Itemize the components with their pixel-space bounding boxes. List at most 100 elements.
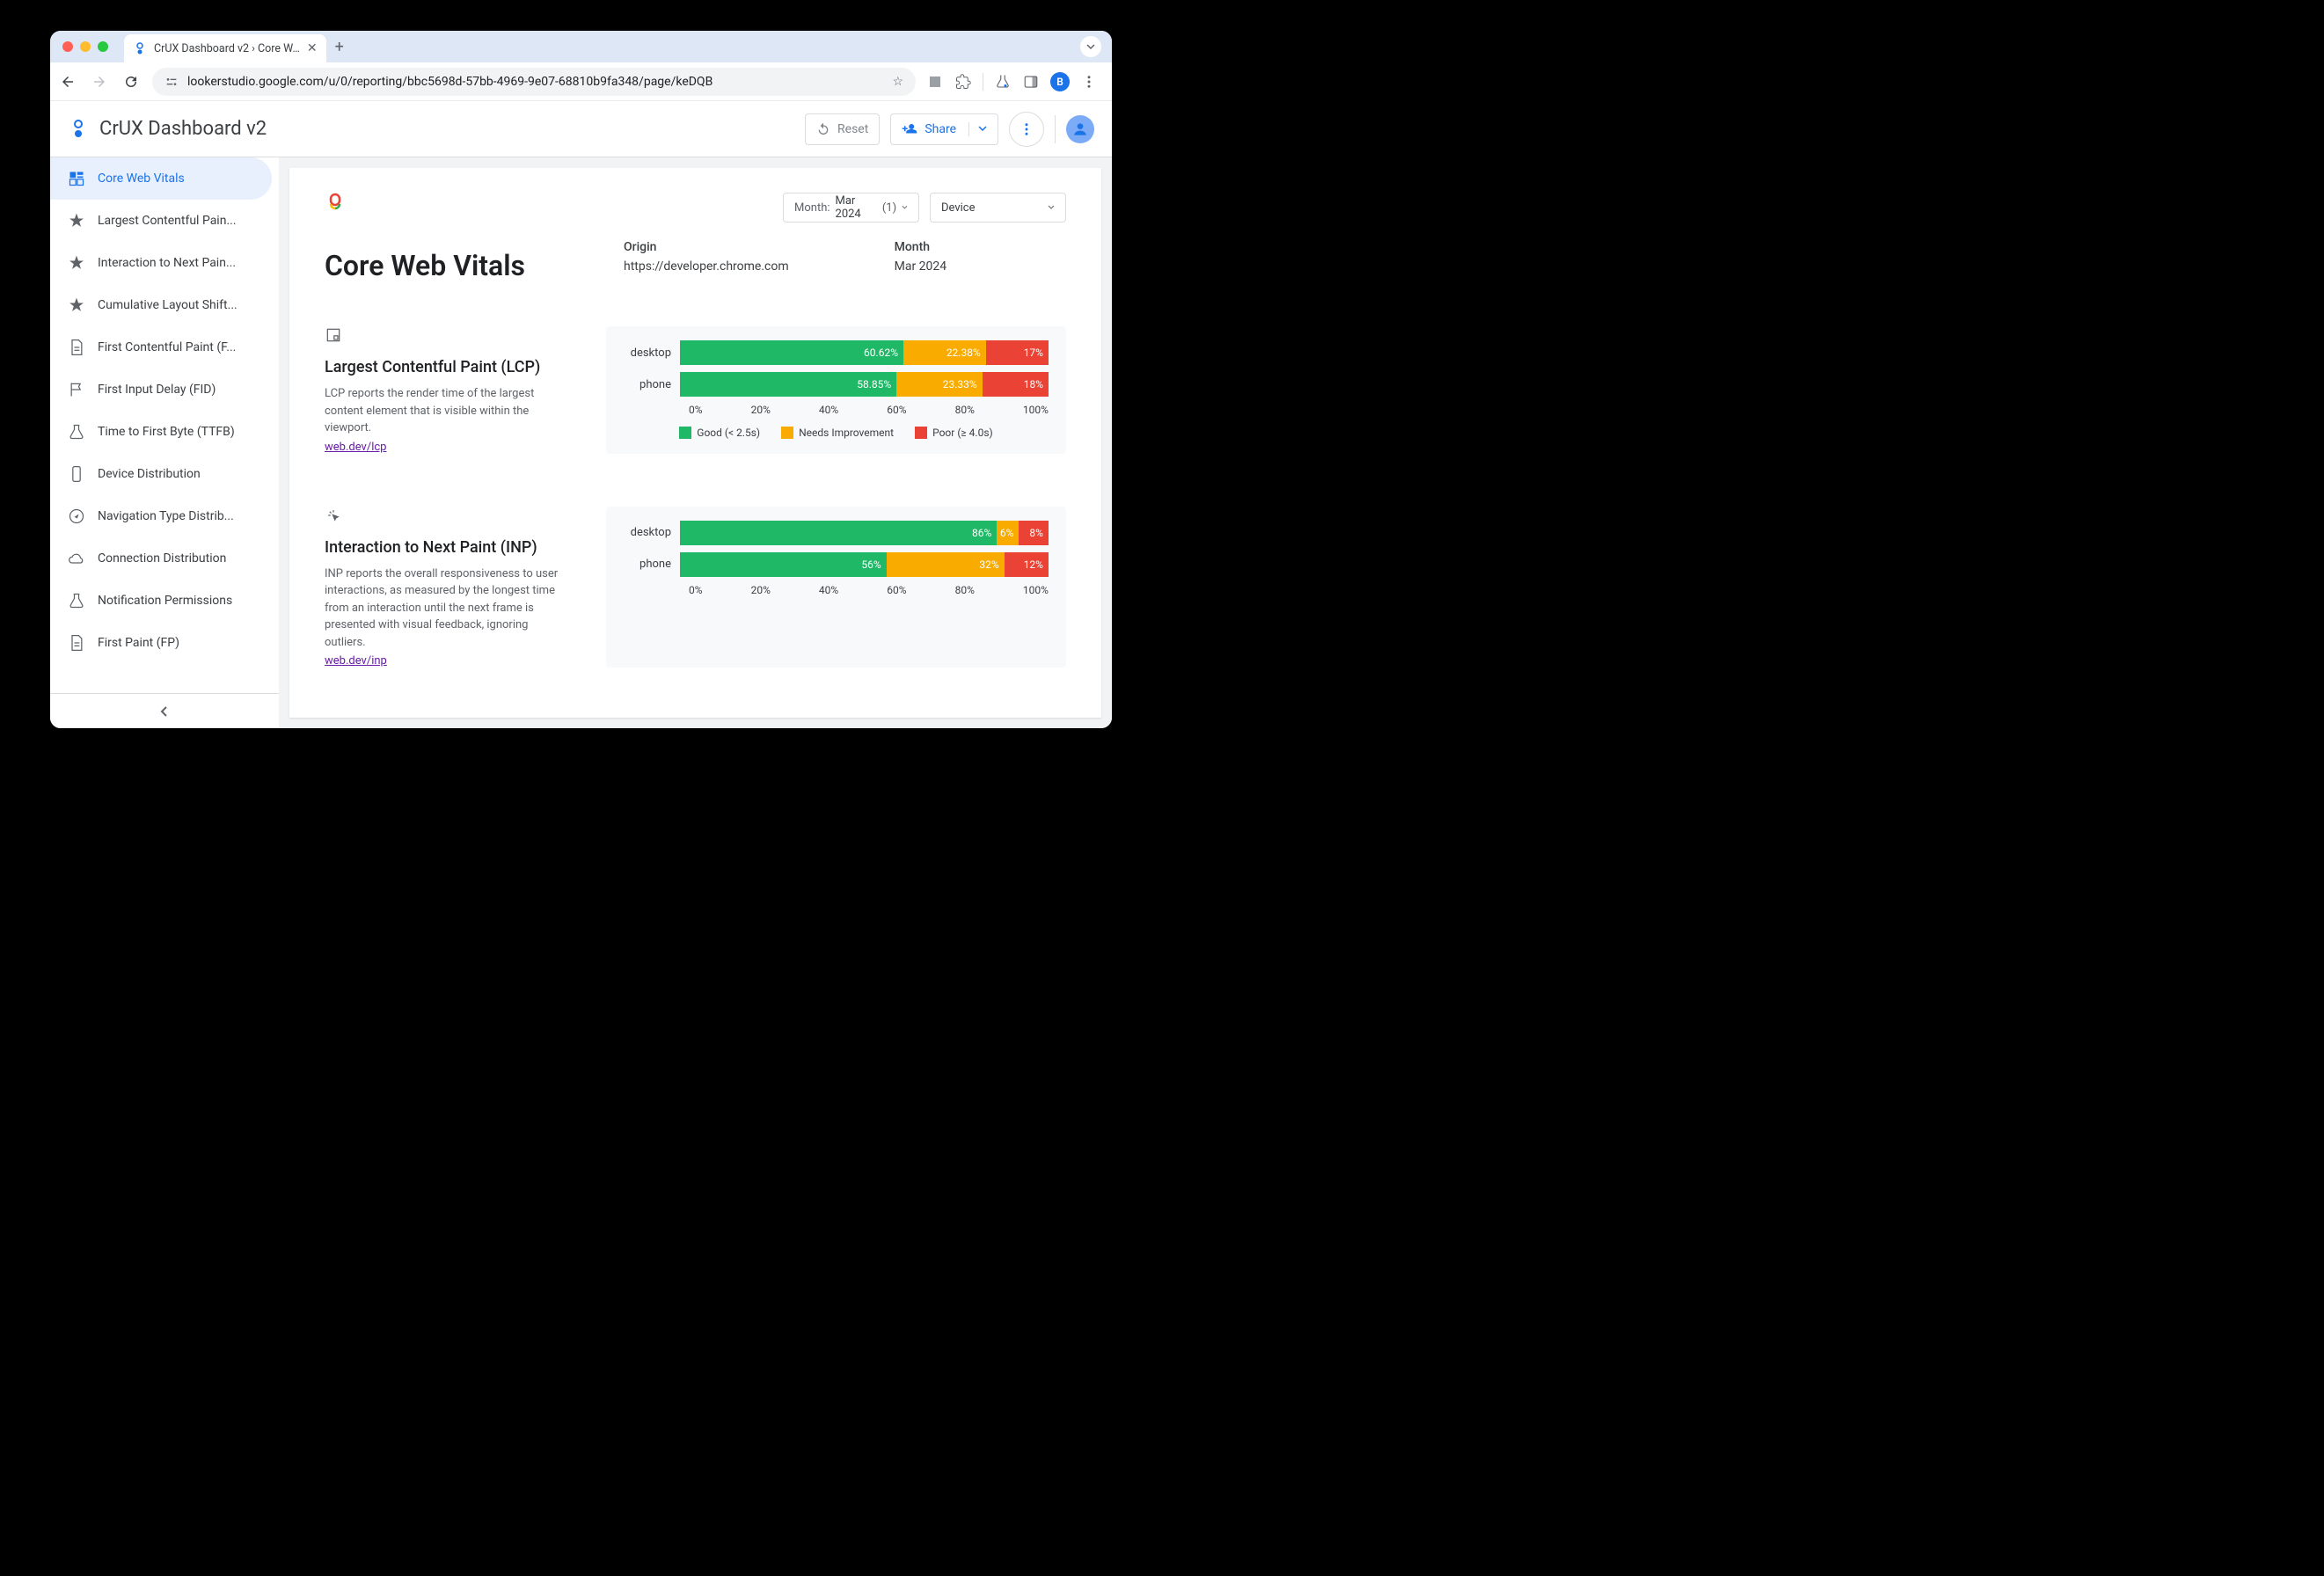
bar-segment-needs: 23.33% bbox=[896, 372, 983, 397]
sidebar-item-largest-contentful-pain[interactable]: Largest Contentful Pain... bbox=[50, 200, 272, 242]
flask-icon bbox=[68, 592, 85, 609]
sidebar-item-label: First Paint (FP) bbox=[98, 636, 179, 650]
bar-category-label: desktop bbox=[624, 347, 680, 360]
extension-icon[interactable] bbox=[926, 73, 944, 91]
chevron-down-icon[interactable] bbox=[968, 122, 987, 136]
sidebar-item-first-contentful-paint-f[interactable]: First Contentful Paint (F... bbox=[50, 326, 272, 368]
sidebar-item-label: First Contentful Paint (F... bbox=[98, 340, 236, 354]
doc-icon bbox=[68, 634, 85, 652]
new-tab-button[interactable]: + bbox=[335, 38, 344, 56]
sidebar-item-cumulative-layout-shift[interactable]: Cumulative Layout Shift... bbox=[50, 284, 272, 326]
bar-segment-good: 60.62% bbox=[680, 340, 903, 365]
chart-bar-row: phone56%32%12% bbox=[624, 552, 1049, 577]
sidebar: Core Web Vitals Largest Contentful Pain..… bbox=[50, 157, 279, 728]
url-text: lookerstudio.google.com/u/0/reporting/bb… bbox=[187, 75, 713, 89]
frame-icon bbox=[325, 326, 571, 347]
person-add-icon bbox=[902, 121, 917, 137]
chevron-down-icon bbox=[1048, 204, 1055, 211]
chart-axis: 0%20%40%60%80%100% bbox=[624, 404, 1049, 416]
sidebar-item-label: Cumulative Layout Shift... bbox=[98, 298, 238, 312]
share-button[interactable]: Share bbox=[890, 113, 998, 145]
minimize-window-icon[interactable] bbox=[80, 41, 91, 52]
crux-logo-icon bbox=[325, 193, 346, 217]
metric-doc-link[interactable]: web.dev/lcp bbox=[325, 441, 386, 454]
sidebar-item-first-paint-fp[interactable]: First Paint (FP) bbox=[50, 622, 272, 664]
flask-icon bbox=[68, 423, 85, 441]
sidebar-item-core-web-vitals[interactable]: Core Web Vitals bbox=[50, 157, 272, 200]
sidebar-item-first-input-delay-fid[interactable]: First Input Delay (FID) bbox=[50, 368, 272, 411]
window-controls bbox=[50, 41, 108, 52]
separator bbox=[1055, 115, 1056, 143]
browser-tab[interactable]: CrUX Dashboard v2 › Core W… ✕ bbox=[124, 34, 326, 62]
bar-category-label: desktop bbox=[624, 526, 680, 539]
sidebar-item-label: First Input Delay (FID) bbox=[98, 383, 216, 397]
undo-icon bbox=[816, 122, 830, 136]
cloud-icon bbox=[68, 550, 85, 567]
lookerstudio-logo-icon bbox=[68, 119, 89, 140]
metric-description: INP reports the overall responsiveness t… bbox=[325, 565, 571, 652]
chevron-down-icon bbox=[902, 204, 908, 211]
app-title: CrUX Dashboard v2 bbox=[99, 118, 267, 140]
chevron-left-icon bbox=[157, 704, 172, 719]
bar-segment-needs: 22.38% bbox=[903, 340, 986, 365]
chart-bar-row: phone58.85%23.33%18% bbox=[624, 372, 1049, 397]
bar-segment-good: 56% bbox=[680, 552, 887, 577]
sidebar-item-connection-distribution[interactable]: Connection Distribution bbox=[50, 537, 272, 580]
back-button[interactable] bbox=[57, 71, 78, 92]
reset-button[interactable]: Reset bbox=[805, 113, 880, 145]
bar-category-label: phone bbox=[624, 558, 680, 571]
chart-bar-row: desktop86%6%8% bbox=[624, 521, 1049, 545]
cursor-icon bbox=[325, 507, 571, 528]
sidebar-item-label: Core Web Vitals bbox=[98, 171, 185, 186]
bar-category-label: phone bbox=[624, 378, 680, 391]
favicon-icon bbox=[133, 41, 147, 55]
tab-title: CrUX Dashboard v2 › Core W… bbox=[154, 42, 300, 55]
sidebar-item-label: Navigation Type Distrib... bbox=[98, 509, 234, 523]
reload-button[interactable] bbox=[121, 71, 142, 92]
collapse-sidebar-button[interactable] bbox=[50, 693, 279, 728]
metric-chart: desktop60.62%22.38%17% phone58.85%23.33%1… bbox=[606, 326, 1066, 454]
metric-doc-link[interactable]: web.dev/inp bbox=[325, 654, 387, 668]
close-window-icon[interactable] bbox=[62, 41, 73, 52]
sidebar-item-label: Largest Contentful Pain... bbox=[98, 214, 237, 228]
account-avatar[interactable] bbox=[1066, 115, 1094, 143]
extensions-puzzle-icon[interactable] bbox=[954, 73, 972, 91]
sidebar-item-notification-permissions[interactable]: Notification Permissions bbox=[50, 580, 272, 622]
kebab-icon bbox=[1019, 121, 1034, 137]
sidebar-item-device-distribution[interactable]: Device Distribution bbox=[50, 453, 272, 495]
forward-button[interactable] bbox=[89, 71, 110, 92]
origin-meta: Origin https://developer.chrome.com bbox=[624, 240, 789, 274]
site-settings-icon[interactable] bbox=[164, 75, 179, 89]
device-filter[interactable]: Device bbox=[930, 193, 1066, 223]
sidebar-item-label: Connection Distribution bbox=[98, 551, 226, 565]
chart-axis: 0%20%40%60%80%100% bbox=[624, 584, 1049, 596]
bar-segment-poor: 18% bbox=[983, 372, 1049, 397]
compass-icon bbox=[68, 507, 85, 525]
sidebar-item-label: Interaction to Next Pain... bbox=[98, 256, 236, 270]
bookmark-icon[interactable]: ☆ bbox=[892, 75, 903, 89]
sidebar-item-navigation-type-distrib[interactable]: Navigation Type Distrib... bbox=[50, 495, 272, 537]
month-filter[interactable]: Month: Mar 2024 (1) bbox=[783, 193, 919, 223]
kebab-menu-icon[interactable] bbox=[1080, 73, 1098, 91]
metric-description: LCP reports the render time of the large… bbox=[325, 385, 571, 437]
profile-avatar[interactable]: B bbox=[1050, 72, 1070, 91]
metric-block: Interaction to Next Paint (INP)INP repor… bbox=[325, 507, 1066, 668]
chart-legend: Good (< 2.5s)Needs ImprovementPoor (≥ 4.… bbox=[624, 427, 1049, 439]
tab-close-icon[interactable]: ✕ bbox=[307, 41, 318, 55]
legend-swatch-good bbox=[679, 427, 691, 439]
bar-segment-good: 58.85% bbox=[680, 372, 896, 397]
flag-icon bbox=[68, 381, 85, 398]
dashboard-icon bbox=[68, 170, 85, 187]
maximize-window-icon[interactable] bbox=[98, 41, 108, 52]
person-icon bbox=[1071, 120, 1089, 138]
chart-bar-row: desktop60.62%22.38%17% bbox=[624, 340, 1049, 365]
metric-title: Largest Contentful Paint (LCP) bbox=[325, 358, 571, 376]
labs-icon[interactable] bbox=[994, 73, 1012, 91]
more-options-button[interactable] bbox=[1009, 112, 1044, 147]
sidebar-item-time-to-first-byte-ttfb[interactable]: Time to First Byte (TTFB) bbox=[50, 411, 272, 453]
tab-overflow-button[interactable] bbox=[1080, 36, 1101, 57]
sidebar-item-interaction-to-next-pain[interactable]: Interaction to Next Pain... bbox=[50, 242, 272, 284]
sidepanel-icon[interactable] bbox=[1022, 73, 1040, 91]
address-bar: lookerstudio.google.com/u/0/reporting/bb… bbox=[50, 62, 1112, 101]
url-field[interactable]: lookerstudio.google.com/u/0/reporting/bb… bbox=[152, 68, 916, 96]
